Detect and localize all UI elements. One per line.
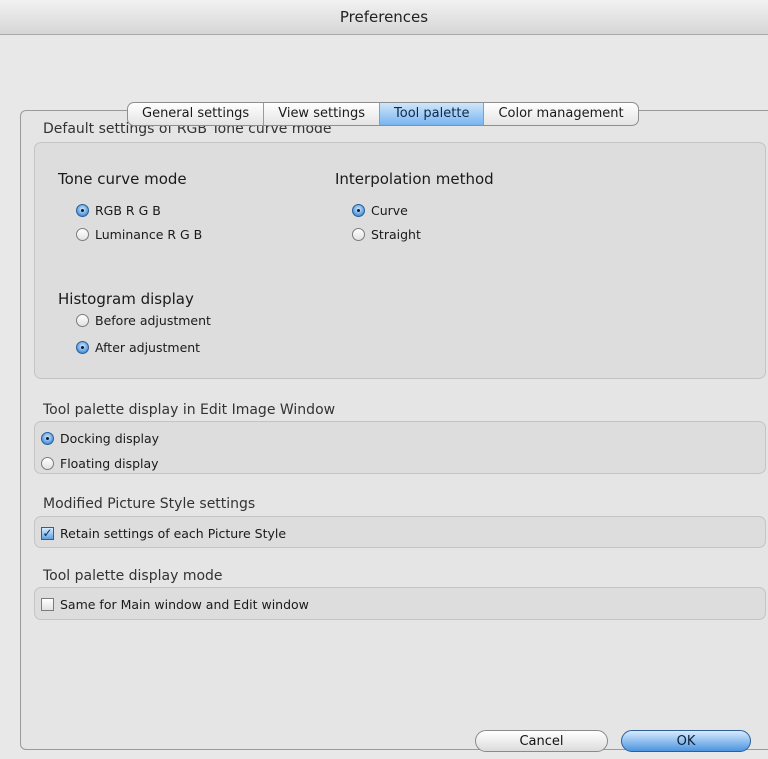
title-bar: Preferences — [0, 0, 768, 35]
checkbox-empty-icon — [41, 597, 54, 611]
tab-general-settings[interactable]: General settings — [128, 103, 265, 125]
interpolation-method-label: Interpolation method — [335, 170, 494, 188]
display-mode-section-title: Tool palette display mode — [43, 568, 223, 584]
radio-selected-icon — [41, 431, 54, 445]
radio-unselected-icon — [352, 227, 365, 241]
window-title: Preferences — [339, 8, 429, 26]
radio-straight[interactable]: Straight — [352, 226, 421, 242]
ok-button[interactable]: OK — [621, 730, 751, 752]
radio-rgb-label: RGB R G B — [95, 202, 161, 218]
radio-selected-icon — [352, 203, 365, 217]
tab-bar: General settings View settings Tool pale… — [127, 102, 639, 126]
checkbox-same-for-main-and-edit[interactable]: Same for Main window and Edit window — [41, 596, 309, 612]
radio-unselected-icon — [76, 227, 89, 241]
tab-color-management[interactable]: Color management — [484, 103, 637, 125]
checkmark-icon: ✓ — [41, 526, 54, 540]
preferences-content: General settings View settings Tool pale… — [0, 35, 768, 759]
picture-style-group: ✓ Retain settings of each Picture Style — [34, 516, 766, 548]
radio-selected-icon — [76, 340, 89, 354]
display-mode-group: Same for Main window and Edit window — [34, 587, 766, 620]
tone-curve-mode-label: Tone curve mode — [58, 170, 187, 188]
radio-luminance[interactable]: Luminance R G B — [76, 226, 202, 242]
cancel-button[interactable]: Cancel — [475, 730, 608, 752]
edit-window-section-title: Tool palette display in Edit Image Windo… — [43, 402, 336, 418]
radio-curve[interactable]: Curve — [352, 202, 408, 218]
radio-rgb[interactable]: RGB R G B — [76, 202, 161, 218]
tab-tool-palette[interactable]: Tool palette — [380, 103, 485, 125]
radio-after-adjustment[interactable]: After adjustment — [76, 339, 200, 355]
radio-unselected-icon — [41, 456, 54, 470]
checkbox-retain-settings[interactable]: ✓ Retain settings of each Picture Style — [41, 525, 286, 541]
picture-style-section-title: Modified Picture Style settings — [43, 496, 256, 512]
checkbox-same-for-main-and-edit-label: Same for Main window and Edit window — [60, 596, 309, 612]
radio-before-adjustment[interactable]: Before adjustment — [76, 312, 211, 328]
radio-after-adjustment-label: After adjustment — [95, 339, 201, 355]
radio-before-adjustment-label: Before adjustment — [95, 312, 211, 328]
radio-docking-display-label: Docking display — [60, 430, 160, 446]
rgb-tone-group: Tone curve mode RGB R G B Luminance R G … — [34, 142, 766, 379]
histogram-display-label: Histogram display — [58, 290, 194, 308]
radio-luminance-label: Luminance R G B — [95, 226, 203, 242]
edit-window-group: Docking display Floating display — [34, 421, 766, 474]
radio-curve-label: Curve — [371, 202, 408, 218]
radio-straight-label: Straight — [371, 226, 421, 242]
radio-docking-display[interactable]: Docking display — [41, 430, 159, 446]
radio-unselected-icon — [76, 313, 89, 327]
radio-selected-icon — [76, 203, 89, 217]
checkbox-retain-settings-label: Retain settings of each Picture Style — [60, 525, 287, 541]
radio-floating-display[interactable]: Floating display — [41, 455, 159, 471]
tab-view-settings[interactable]: View settings — [264, 103, 381, 125]
radio-floating-display-label: Floating display — [60, 455, 159, 471]
